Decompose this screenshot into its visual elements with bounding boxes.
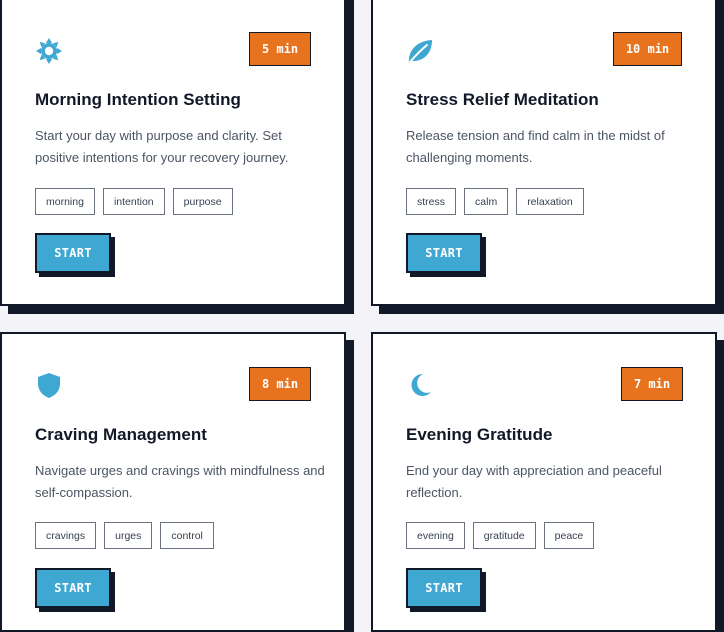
tag[interactable]: urges xyxy=(104,522,153,549)
start-button[interactable]: START xyxy=(406,568,482,608)
tag-list: cravings urges control xyxy=(35,522,214,549)
tag[interactable]: purpose xyxy=(172,188,233,215)
card-title: Evening Gratitude xyxy=(406,425,553,444)
tag[interactable]: control xyxy=(160,522,214,549)
shield-icon xyxy=(35,371,63,399)
card-title: Craving Management xyxy=(35,425,207,444)
duration-badge: 5 min xyxy=(249,32,311,66)
card-description: Navigate urges and cravings with mindful… xyxy=(35,463,325,500)
meditation-card-morning: 5 min Morning Intention Setting Start yo… xyxy=(0,0,346,306)
tag[interactable]: stress xyxy=(406,188,457,215)
sun-icon xyxy=(35,37,63,65)
start-button[interactable]: START xyxy=(35,568,111,608)
tag[interactable]: evening xyxy=(406,522,465,549)
moon-icon xyxy=(406,371,434,399)
start-button[interactable]: START xyxy=(406,233,482,273)
start-button[interactable]: START xyxy=(35,233,111,273)
card-description: Release tension and find calm in the mid… xyxy=(406,128,665,165)
duration-badge: 10 min xyxy=(613,32,682,66)
duration-badge: 8 min xyxy=(249,367,311,401)
tag[interactable]: cravings xyxy=(35,522,97,549)
tag[interactable]: calm xyxy=(464,188,509,215)
duration-badge: 7 min xyxy=(621,367,683,401)
tag-list: evening gratitude peace xyxy=(406,522,595,549)
tag[interactable]: peace xyxy=(543,522,595,549)
meditation-card-craving: 8 min Craving Management Navigate urges … xyxy=(0,332,346,632)
card-title: Morning Intention Setting xyxy=(35,90,241,109)
tag[interactable]: relaxation xyxy=(516,188,584,215)
card-title: Stress Relief Meditation xyxy=(406,90,599,109)
card-description: End your day with appreciation and peace… xyxy=(406,463,662,500)
tag-list: morning intention purpose xyxy=(35,188,233,215)
meditation-card-evening: 7 min Evening Gratitude End your day wit… xyxy=(371,332,717,632)
tag-list: stress calm relaxation xyxy=(406,188,584,215)
tag[interactable]: gratitude xyxy=(472,522,536,549)
leaf-icon xyxy=(406,37,434,65)
card-description: Start your day with purpose and clarity.… xyxy=(35,128,289,165)
meditation-card-stress: 10 min Stress Relief Meditation Release … xyxy=(371,0,717,306)
tag[interactable]: morning xyxy=(35,188,95,215)
tag[interactable]: intention xyxy=(102,188,165,215)
